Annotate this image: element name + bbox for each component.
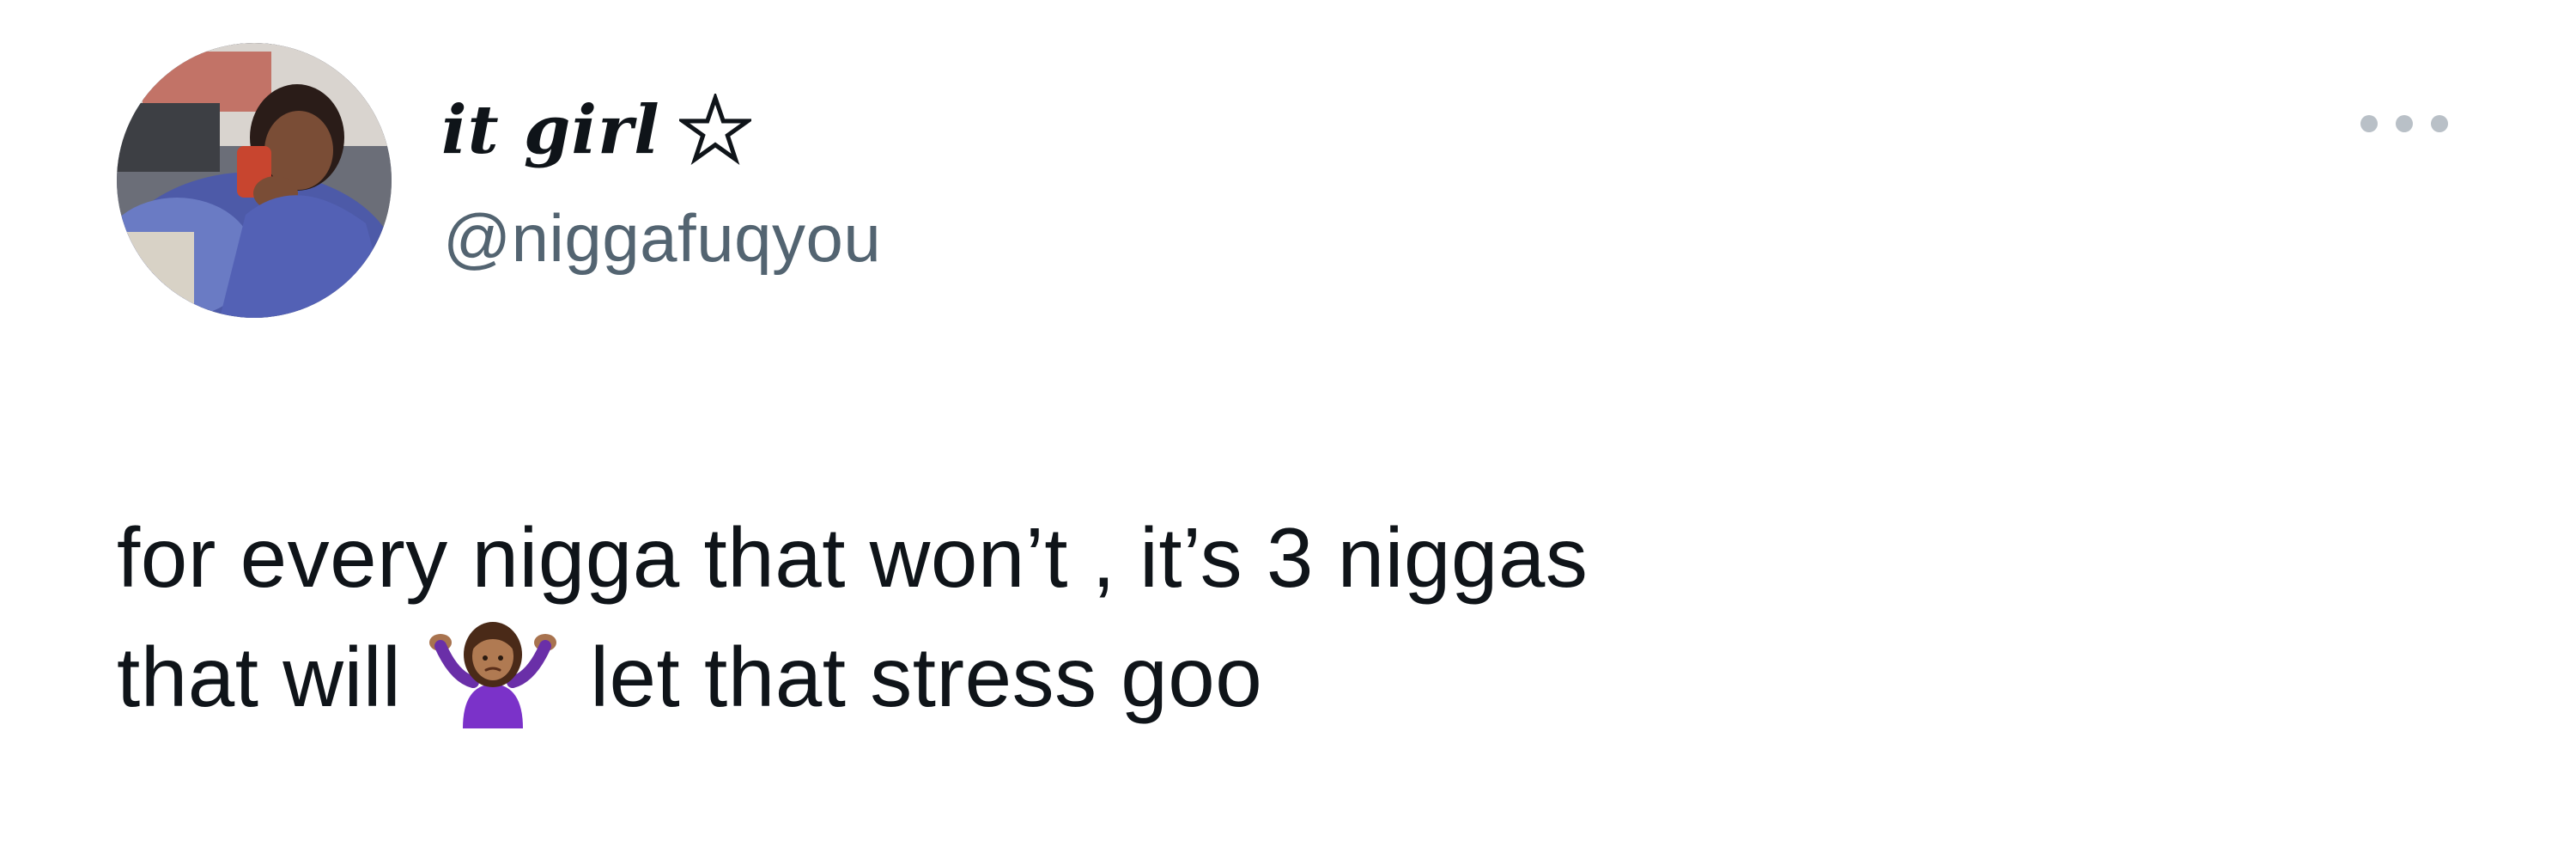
avatar-photo — [117, 43, 392, 318]
tweet-card: it girl @niggafuqyou for every nigga tha… — [0, 0, 2576, 859]
more-options-button[interactable] — [2353, 101, 2456, 146]
tweet-text: for every nigga that won’t , it’s 3 nigg… — [117, 498, 2435, 736]
author-name-row[interactable]: it girl — [441, 82, 751, 177]
tweet-text-line-2: that will let that stress goo — [117, 617, 2435, 736]
star-icon — [678, 94, 751, 166]
woman-shrugging-emoji-icon — [428, 617, 557, 728]
more-horizontal-icon — [2360, 115, 2448, 132]
author-handle[interactable]: @niggafuqyou — [443, 199, 881, 277]
avatar[interactable] — [117, 43, 392, 318]
tweet-text-segment: that will — [117, 630, 402, 724]
tweet-text-line-1: for every nigga that won’t , it’s 3 nigg… — [117, 510, 1589, 605]
tweet-text-segment: let that stress goo — [590, 630, 1263, 724]
author-display-name[interactable]: it girl — [441, 91, 660, 169]
